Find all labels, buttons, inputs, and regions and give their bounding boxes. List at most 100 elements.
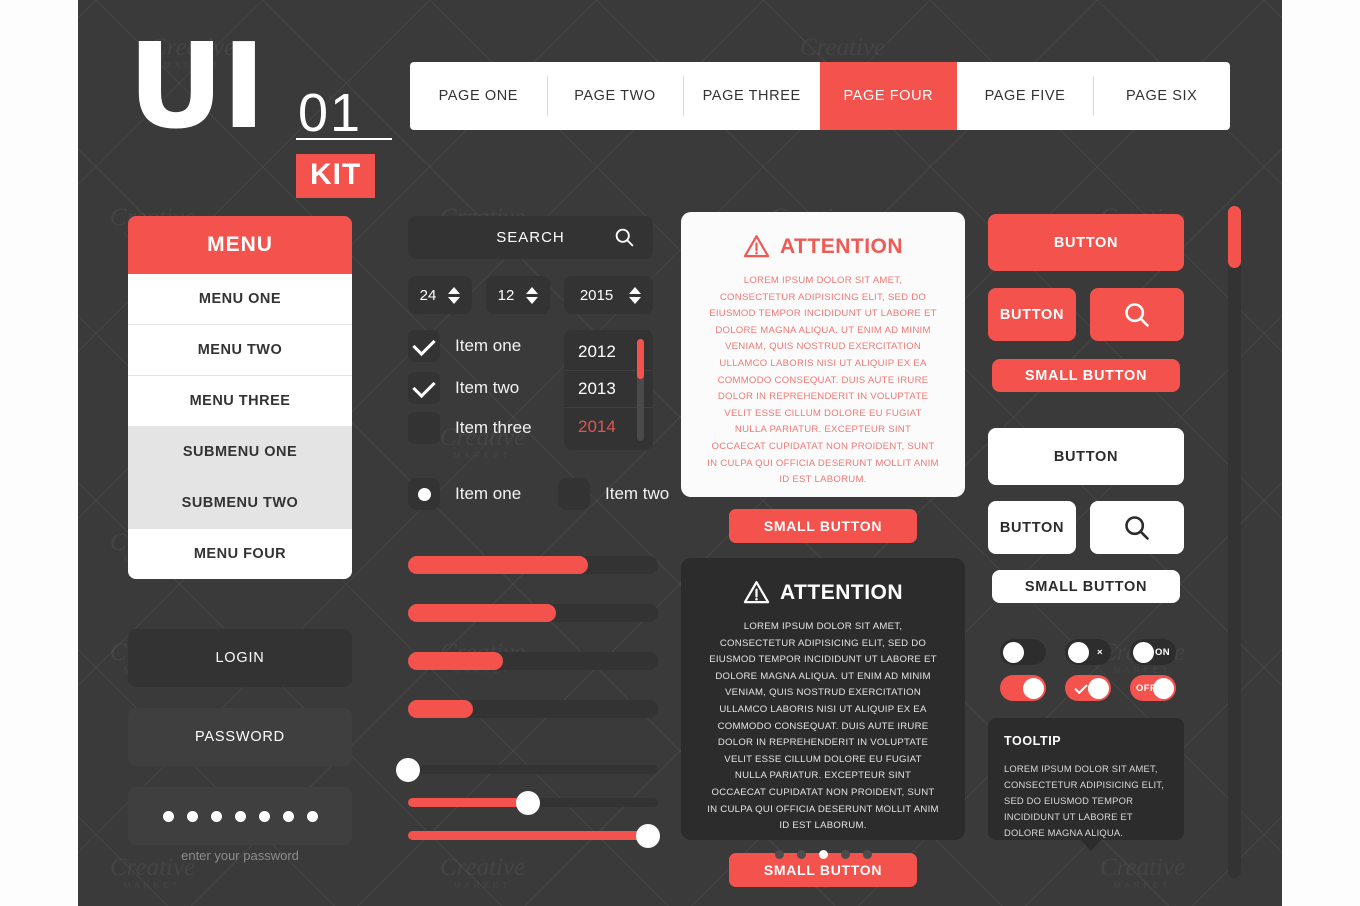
toggle-off-plain[interactable] [1000, 639, 1046, 665]
tab-page-four[interactable]: PAGE FOUR [820, 62, 957, 130]
password-dot [210, 810, 222, 822]
search-icon [1125, 302, 1149, 327]
stepper-year[interactable]: 2015 [564, 276, 653, 314]
tab-page-five[interactable]: PAGE FIVE [957, 62, 1094, 130]
search-input[interactable]: SEARCH [408, 216, 653, 259]
chevron-down-icon[interactable] [629, 296, 641, 304]
chevron-up-icon[interactable] [526, 286, 538, 294]
chevron-down-icon[interactable] [448, 296, 460, 304]
slider-handle[interactable] [516, 790, 540, 815]
tab-page-six[interactable]: PAGE SIX [1093, 62, 1230, 130]
password-field[interactable]: PASSWORD [128, 708, 352, 766]
checkbox-box[interactable] [408, 372, 440, 404]
toggle-on-plain[interactable] [1000, 675, 1046, 701]
red-button[interactable]: BUTTON [988, 288, 1076, 341]
checkbox-box[interactable] [408, 330, 440, 362]
toggle-off-labeled[interactable]: ON [1130, 639, 1176, 665]
login-field[interactable]: LOGIN [128, 629, 352, 687]
tab-page-one[interactable]: PAGE ONE [410, 62, 547, 130]
slider-track[interactable] [408, 823, 660, 848]
stepper-day-arrows[interactable] [448, 286, 460, 304]
pagination-dot-active[interactable] [818, 850, 828, 859]
pagination-dot[interactable] [774, 850, 784, 859]
slider-fill [408, 831, 648, 840]
toggle-on-check[interactable] [1065, 675, 1111, 701]
pagination-dots [681, 850, 965, 859]
check-icon [412, 332, 436, 356]
toggle-knob [1132, 641, 1154, 663]
password-hint: enter your password [181, 848, 299, 863]
sidebar-item-menu-two[interactable]: MENU TWO [128, 324, 352, 375]
radio-item-two[interactable]: Item two [558, 478, 669, 510]
slider-track[interactable] [408, 790, 658, 815]
search-icon [1125, 515, 1149, 540]
stepper-year-arrows[interactable] [629, 286, 641, 304]
checkbox-item-one[interactable]: Item one [408, 330, 521, 362]
tooltip-title: TOOLTIP [1004, 734, 1062, 748]
chevron-down-icon[interactable] [526, 296, 538, 304]
checkbox-item-three[interactable]: Item three [408, 412, 532, 444]
sidebar-item-menu-three[interactable]: MENU THREE [128, 375, 352, 426]
white-small-button[interactable]: SMALL BUTTON [992, 570, 1180, 603]
password-filled-field[interactable] [128, 787, 352, 845]
attention-body: LOREM IPSUM DOLOR SIT AMET, CONSECTETUR … [707, 275, 939, 486]
year-list-scroll-thumb[interactable] [637, 339, 644, 379]
year-list-scrollbar[interactable] [637, 339, 644, 441]
attention-small-button[interactable]: SMALL BUTTON [729, 508, 917, 543]
slider-handle[interactable] [396, 757, 420, 782]
warning-triangle-icon [743, 235, 770, 258]
stepper-day[interactable]: 24 [408, 276, 472, 314]
red-small-button[interactable]: SMALL BUTTON [992, 359, 1180, 392]
chevron-up-icon[interactable] [448, 286, 460, 294]
sidebar-menu-title: MENU [128, 216, 352, 274]
checkbox-item-two[interactable]: Item two [408, 372, 519, 404]
stepper-month[interactable]: 12 [486, 276, 550, 314]
tab-page-two[interactable]: PAGE TWO [546, 62, 684, 130]
sidebar-item-menu-one[interactable]: MENU ONE [128, 274, 352, 324]
search-label: SEARCH [496, 229, 565, 246]
search-icon[interactable] [614, 227, 635, 248]
sidebar-item-submenu-two[interactable]: SUBMENU TWO [128, 477, 352, 528]
slider-fill [408, 798, 528, 807]
toggle-knob [1002, 641, 1024, 663]
password-dot [258, 810, 270, 822]
toggle-off-cross[interactable]: × [1065, 639, 1111, 665]
slider-handle[interactable] [636, 823, 660, 848]
stepper-month-arrows[interactable] [526, 286, 538, 304]
brand-logo: UI 01 KIT [128, 27, 393, 198]
progress-bar-fill [408, 700, 473, 718]
red-wide-button[interactable]: BUTTON [988, 214, 1184, 271]
white-button[interactable]: BUTTON [988, 501, 1076, 554]
red-search-button[interactable] [1090, 288, 1184, 341]
tooltip-tail [1080, 839, 1102, 851]
chevron-up-icon[interactable] [629, 286, 641, 294]
radio-label: Item one [455, 484, 522, 503]
pagination-dot[interactable] [796, 850, 806, 859]
scrollbar-thumb[interactable] [1228, 206, 1241, 268]
toggle-off-label: OFF [1136, 682, 1157, 694]
progress-bar-fill [408, 652, 503, 670]
pagination-dot[interactable] [840, 850, 850, 859]
radio-item-one[interactable]: Item one [408, 478, 521, 510]
pagination-dot[interactable] [862, 850, 872, 859]
slider-track[interactable] [396, 757, 658, 782]
tab-page-three[interactable]: PAGE THREE [683, 62, 820, 130]
sidebar-item-submenu-one[interactable]: SUBMENU ONE [128, 426, 352, 477]
vertical-scrollbar[interactable] [1228, 206, 1241, 878]
progress-bar [408, 556, 658, 574]
check-icon [412, 374, 436, 398]
checkbox-box[interactable] [408, 412, 440, 444]
year-select-list[interactable]: 2012 2013 2014 [564, 330, 653, 450]
sidebar-item-menu-four[interactable]: MENU FOUR [128, 528, 352, 579]
attention-title: ATTENTION [779, 580, 904, 604]
radio-box[interactable] [558, 478, 590, 510]
radio-box[interactable] [408, 478, 440, 510]
warning-triangle-icon [743, 581, 770, 604]
check-icon [1074, 680, 1088, 695]
white-wide-button[interactable]: BUTTON [988, 428, 1184, 485]
radio-label: Item two [605, 484, 670, 503]
stepper-year-value: 2015 [579, 286, 614, 304]
attention-body: LOREM IPSUM DOLOR SIT AMET, CONSECTETUR … [707, 621, 939, 832]
white-search-button[interactable] [1090, 501, 1184, 554]
toggle-on-labeled[interactable]: OFF [1130, 675, 1176, 701]
